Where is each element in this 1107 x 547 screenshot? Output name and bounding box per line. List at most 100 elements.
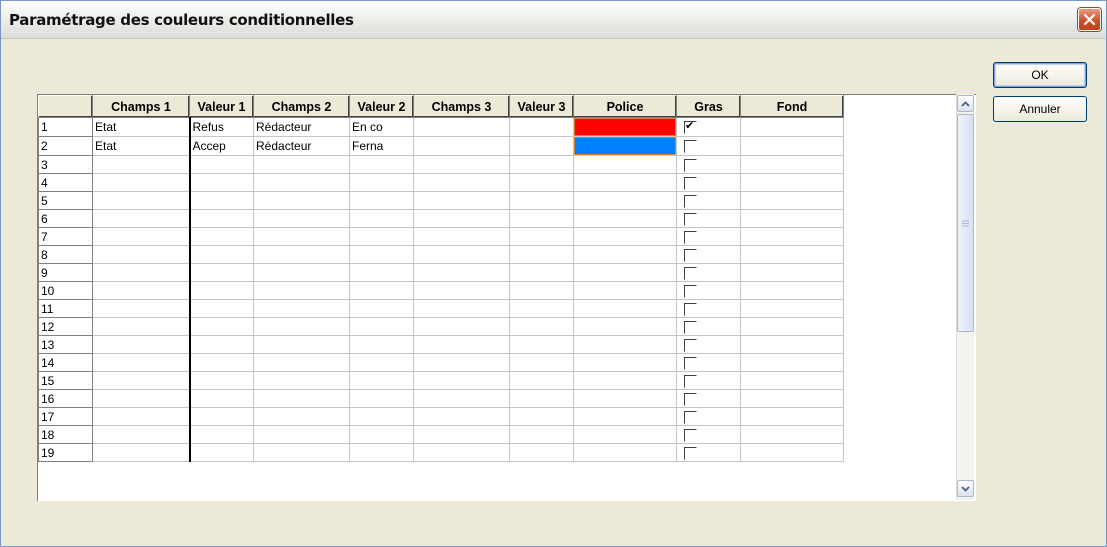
cell-champs2[interactable] bbox=[253, 155, 350, 174]
cell-valeur2[interactable] bbox=[349, 389, 414, 408]
row-number[interactable]: 11 bbox=[38, 299, 93, 318]
cell-champs2[interactable] bbox=[253, 353, 350, 372]
cell-champs3[interactable] bbox=[413, 407, 510, 426]
cell-police[interactable] bbox=[573, 245, 677, 264]
cell-valeur3[interactable] bbox=[509, 155, 574, 174]
gras-checkbox[interactable]: ✔ bbox=[684, 120, 697, 135]
cell-police[interactable] bbox=[573, 117, 677, 137]
cell-champs2[interactable] bbox=[253, 281, 350, 300]
cell-valeur2[interactable] bbox=[349, 263, 414, 282]
cell-fond[interactable] bbox=[740, 353, 844, 372]
gras-checkbox[interactable] bbox=[684, 374, 697, 388]
cell-valeur2[interactable] bbox=[349, 209, 414, 228]
cell-police[interactable] bbox=[573, 173, 677, 192]
cell-champs1[interactable] bbox=[92, 299, 191, 318]
gras-checkbox[interactable] bbox=[684, 212, 697, 226]
cell-champs3[interactable] bbox=[413, 191, 510, 210]
row-number[interactable]: 3 bbox=[38, 155, 93, 174]
cell-champs2[interactable] bbox=[253, 443, 350, 462]
cell-champs2[interactable]: Rédacteur bbox=[253, 136, 350, 156]
cell-valeur3[interactable] bbox=[509, 191, 574, 210]
cell-valeur2[interactable] bbox=[349, 335, 414, 354]
column-header[interactable]: Police bbox=[573, 95, 677, 118]
cell-valeur1[interactable] bbox=[189, 425, 254, 444]
row-number[interactable]: 19 bbox=[38, 443, 93, 462]
cell-police[interactable] bbox=[573, 371, 677, 390]
cell-champs3[interactable] bbox=[413, 371, 510, 390]
cell-valeur1[interactable] bbox=[189, 209, 254, 228]
cell-champs2[interactable]: Rédacteur bbox=[253, 117, 350, 137]
cell-valeur1[interactable]: Refus bbox=[189, 117, 254, 137]
cell-champs2[interactable] bbox=[253, 173, 350, 192]
cell-valeur1[interactable]: Accep bbox=[189, 136, 254, 156]
cell-champs3[interactable] bbox=[413, 155, 510, 174]
gras-checkbox[interactable] bbox=[684, 428, 697, 442]
row-number[interactable]: 16 bbox=[38, 389, 93, 408]
cell-police[interactable] bbox=[573, 136, 677, 156]
gras-checkbox[interactable] bbox=[684, 230, 697, 244]
cell-champs3[interactable] bbox=[413, 389, 510, 408]
cell-valeur1[interactable] bbox=[189, 389, 254, 408]
cell-champs3[interactable] bbox=[413, 227, 510, 246]
cell-valeur1[interactable] bbox=[189, 281, 254, 300]
cell-champs1[interactable] bbox=[92, 317, 191, 336]
column-header[interactable]: Champs 3 bbox=[413, 95, 510, 118]
cell-police[interactable] bbox=[573, 353, 677, 372]
cell-champs2[interactable] bbox=[253, 299, 350, 318]
cell-police[interactable] bbox=[573, 299, 677, 318]
cell-valeur3[interactable] bbox=[509, 317, 574, 336]
cell-valeur3[interactable] bbox=[509, 371, 574, 390]
cell-police[interactable] bbox=[573, 191, 677, 210]
cell-champs3[interactable] bbox=[413, 245, 510, 264]
cell-valeur3[interactable] bbox=[509, 353, 574, 372]
cell-police[interactable] bbox=[573, 209, 677, 228]
cell-champs2[interactable] bbox=[253, 191, 350, 210]
row-number[interactable]: 9 bbox=[38, 263, 93, 282]
cell-champs1[interactable] bbox=[92, 281, 191, 300]
cell-valeur2[interactable] bbox=[349, 425, 414, 444]
cell-fond[interactable] bbox=[740, 209, 844, 228]
cell-valeur1[interactable] bbox=[189, 173, 254, 192]
cell-fond[interactable] bbox=[740, 389, 844, 408]
row-number[interactable]: 17 bbox=[38, 407, 93, 426]
row-number[interactable]: 13 bbox=[38, 335, 93, 354]
scroll-down-button[interactable] bbox=[957, 480, 974, 497]
cell-valeur1[interactable] bbox=[189, 263, 254, 282]
cell-valeur3[interactable] bbox=[509, 117, 574, 137]
gras-checkbox[interactable] bbox=[684, 266, 697, 280]
gras-checkbox[interactable] bbox=[684, 338, 697, 352]
cell-champs1[interactable] bbox=[92, 155, 191, 174]
row-number[interactable]: 10 bbox=[38, 281, 93, 300]
close-button[interactable] bbox=[1078, 8, 1101, 31]
cell-valeur1[interactable] bbox=[189, 335, 254, 354]
cell-valeur2[interactable] bbox=[349, 191, 414, 210]
row-number[interactable]: 12 bbox=[38, 317, 93, 336]
column-header[interactable]: Champs 1 bbox=[92, 95, 190, 118]
cell-champs1[interactable] bbox=[92, 245, 191, 264]
police-color-swatch[interactable] bbox=[574, 137, 676, 155]
cell-champs1[interactable] bbox=[92, 425, 191, 444]
row-number[interactable]: 5 bbox=[38, 191, 93, 210]
cell-champs1[interactable] bbox=[92, 353, 191, 372]
cell-champs2[interactable] bbox=[253, 407, 350, 426]
cell-fond[interactable] bbox=[740, 227, 844, 246]
cell-champs1[interactable]: Etat bbox=[92, 117, 191, 137]
cell-fond[interactable] bbox=[740, 117, 844, 137]
cell-valeur3[interactable] bbox=[509, 425, 574, 444]
cell-champs2[interactable] bbox=[253, 389, 350, 408]
gras-checkbox[interactable] bbox=[684, 194, 697, 208]
cell-valeur2[interactable] bbox=[349, 227, 414, 246]
cell-fond[interactable] bbox=[740, 245, 844, 264]
column-header-corner[interactable] bbox=[38, 95, 93, 118]
cell-champs3[interactable] bbox=[413, 173, 510, 192]
cell-champs1[interactable] bbox=[92, 407, 191, 426]
row-number[interactable]: 2 bbox=[38, 136, 93, 156]
cell-champs1[interactable] bbox=[92, 173, 191, 192]
cell-fond[interactable] bbox=[740, 407, 844, 426]
cell-champs1[interactable] bbox=[92, 371, 191, 390]
row-number[interactable]: 14 bbox=[38, 353, 93, 372]
cell-valeur3[interactable] bbox=[509, 136, 574, 156]
cell-champs2[interactable] bbox=[253, 317, 350, 336]
cell-valeur3[interactable] bbox=[509, 209, 574, 228]
gras-checkbox[interactable] bbox=[684, 176, 697, 190]
